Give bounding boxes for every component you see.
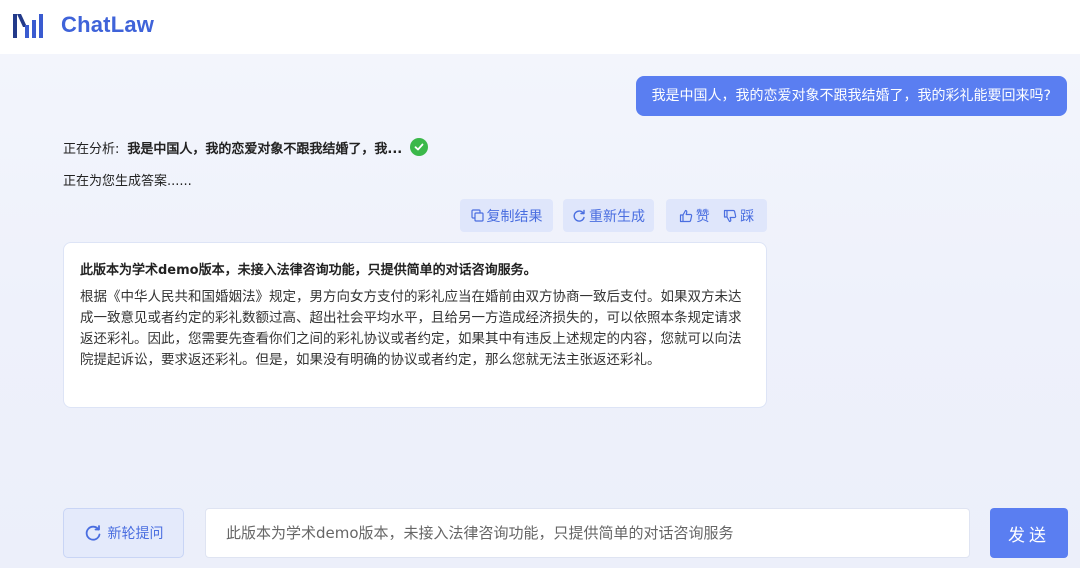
dislike-button[interactable]: 踩 <box>723 206 754 226</box>
send-button[interactable]: 发送 <box>990 508 1068 558</box>
refresh-icon <box>573 209 585 222</box>
feedback-group: 赞 踩 <box>666 199 767 232</box>
like-button[interactable]: 赞 <box>679 206 710 226</box>
new-round-label: 新轮提问 <box>107 526 164 542</box>
like-label: 赞 <box>695 208 710 225</box>
dislike-label: 踩 <box>740 208 755 225</box>
check-circle-icon <box>410 138 429 156</box>
analysis-prefix: 正在分析: <box>63 141 120 157</box>
refresh-icon <box>85 525 100 541</box>
new-round-button[interactable]: 新轮提问 <box>63 508 184 558</box>
question-input[interactable] <box>205 508 970 558</box>
answer-body: 根据《中华人民共和国婚姻法》规定，男方向女方支付的彩礼应当在婚前由双方协商一致后… <box>80 289 742 368</box>
answer-title: 此版本为学术demo版本，未接入法律咨询功能，只提供简单的对话咨询服务。 <box>80 263 537 278</box>
answer-card: 此版本为学术demo版本，未接入法律咨询功能，只提供简单的对话咨询服务。 根据《… <box>63 242 767 408</box>
app-header: ChatLaw <box>0 0 1080 54</box>
thumbs-down-icon <box>724 209 737 222</box>
analysis-query: 我是中国人，我的恋爱对象不跟我结婚了，我... <box>127 141 403 157</box>
regenerate-button[interactable]: 重新生成 <box>563 199 654 232</box>
chatlaw-logo-icon[interactable] <box>12 11 48 41</box>
copy-result-label: 复制结果 <box>486 208 543 225</box>
analysis-status: 正在分析: 我是中国人，我的恋爱对象不跟我结婚了，我... <box>63 137 429 157</box>
regenerate-label: 重新生成 <box>589 208 645 225</box>
generating-status: 正在为您生成答案...... <box>63 174 192 189</box>
brand-name[interactable]: ChatLaw <box>61 12 154 38</box>
copy-icon <box>470 209 484 222</box>
user-message-bubble: 我是中国人，我的恋爱对象不跟我结婚了，我的彩礼能要回来吗? <box>635 76 1067 116</box>
thumbs-up-icon <box>679 209 692 222</box>
copy-result-button[interactable]: 复制结果 <box>460 199 553 232</box>
